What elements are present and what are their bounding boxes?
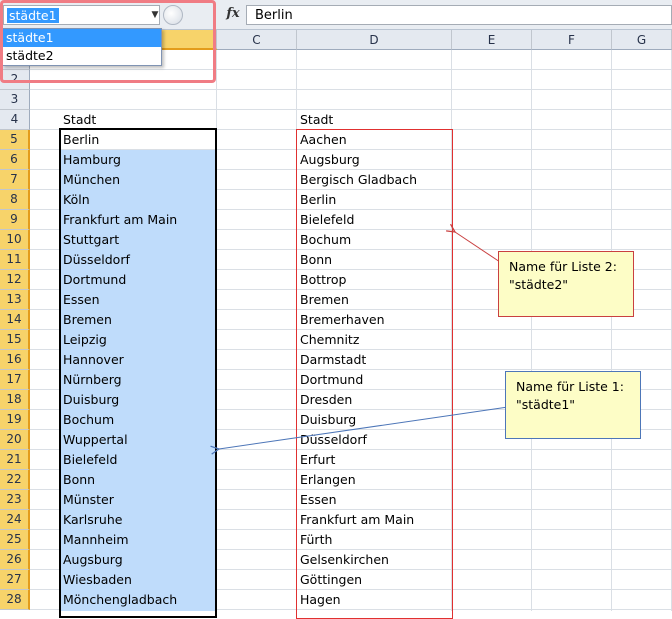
list1-cell[interactable]: Hamburg (60, 150, 217, 170)
fx-icon[interactable]: fx (222, 6, 244, 24)
list2-cell[interactable]: Augsburg (297, 150, 452, 170)
list1-cell[interactable]: Karlsruhe (60, 510, 217, 530)
callout-list2-line2: "städte2" (509, 277, 569, 292)
formula-value: Berlin (255, 8, 293, 23)
list2-cell[interactable]: Darmstadt (297, 350, 452, 370)
list2-cell[interactable]: Hagen (297, 590, 452, 610)
list2-cell[interactable]: Bochum (297, 230, 452, 250)
list1-cell[interactable]: Münster (60, 490, 217, 510)
column-header-d[interactable]: D (297, 30, 452, 50)
list1-cell[interactable]: Berlin (60, 130, 217, 150)
list2-cell[interactable]: Bielefeld (297, 210, 452, 230)
list2-cell[interactable]: Dresden (297, 390, 452, 410)
row-header-17[interactable]: 17 (0, 370, 30, 390)
list2-cell[interactable]: Essen (297, 490, 452, 510)
worksheet-grid[interactable]: ABCDEFG 12345678910111213141516171819202… (0, 30, 672, 619)
list1-cell[interactable]: Bielefeld (60, 450, 217, 470)
list2-cell[interactable]: Dortmund (297, 370, 452, 390)
list1-cell[interactable]: Dortmund (60, 270, 217, 290)
row-header-10[interactable]: 10 (0, 230, 30, 250)
row-header-7[interactable]: 7 (0, 170, 30, 190)
column-header-g[interactable]: G (612, 30, 672, 50)
list1-cell[interactable]: Nürnberg (60, 370, 217, 390)
list1-cell[interactable]: Essen (60, 290, 217, 310)
list1-cell[interactable]: Leipzig (60, 330, 217, 350)
list2-cell[interactable]: Bergisch Gladbach (297, 170, 452, 190)
column-gridline (531, 50, 532, 611)
list1-cell[interactable]: München (60, 170, 217, 190)
list1-cell[interactable]: Bonn (60, 470, 217, 490)
list2-cell[interactable]: Bremerhaven (297, 310, 452, 330)
callout-list2-name: Name für Liste 2: "städte2" (498, 251, 634, 317)
list1-cell[interactable]: Wuppertal (60, 430, 217, 450)
row-header-5[interactable]: 5 (0, 130, 30, 150)
row-header-28[interactable]: 28 (0, 590, 30, 610)
list1-cell[interactable]: Hannover (60, 350, 217, 370)
list2-cell[interactable]: Düsseldorf (297, 430, 452, 450)
callout-list1-name: Name für Liste 1: "städte1" (505, 371, 641, 439)
formula-input[interactable]: Berlin (246, 5, 672, 25)
list2-cell[interactable]: Fürth (297, 530, 452, 550)
list1-cell[interactable]: Bremen (60, 310, 217, 330)
row-header-22[interactable]: 22 (0, 470, 30, 490)
callout-list1-line2: "städte1" (516, 397, 576, 412)
row-header-20[interactable]: 20 (0, 430, 30, 450)
callout-list1-line1: Name für Liste 1: (516, 379, 624, 394)
row-header-18[interactable]: 18 (0, 390, 30, 410)
row-header-11[interactable]: 11 (0, 250, 30, 270)
column-header-c[interactable]: C (217, 30, 297, 50)
row-header-26[interactable]: 26 (0, 550, 30, 570)
row-header-25[interactable]: 25 (0, 530, 30, 550)
list1-cell[interactable]: Frankfurt am Main (60, 210, 217, 230)
list2-cell[interactable]: Aachen (297, 130, 452, 150)
row-header-24[interactable]: 24 (0, 510, 30, 530)
list2-cell[interactable]: Chemnitz (297, 330, 452, 350)
list1-cell[interactable]: Stuttgart (60, 230, 217, 250)
list1-cell[interactable]: Duisburg (60, 390, 217, 410)
list2-cell[interactable]: Duisburg (297, 410, 452, 430)
row-header-3[interactable]: 3 (0, 90, 30, 110)
list2-cell[interactable]: Berlin (297, 190, 452, 210)
column-gridline (611, 50, 612, 611)
list2-cell[interactable]: Bottrop (297, 270, 452, 290)
row-header-27[interactable]: 27 (0, 570, 30, 590)
row-header-19[interactable]: 19 (0, 410, 30, 430)
list1-header[interactable]: Stadt (60, 110, 217, 130)
row-gridline (30, 89, 672, 90)
list2-cell[interactable]: Frankfurt am Main (297, 510, 452, 530)
list2-cell[interactable]: Gelsenkirchen (297, 550, 452, 570)
column-header-e[interactable]: E (452, 30, 532, 50)
list1-cell[interactable]: Bochum (60, 410, 217, 430)
row-header-16[interactable]: 16 (0, 350, 30, 370)
row-header-6[interactable]: 6 (0, 150, 30, 170)
highlight-frame (0, 0, 216, 83)
list1-cell[interactable]: Mönchengladbach (60, 590, 217, 610)
column-header-f[interactable]: F (532, 30, 612, 50)
row-header-8[interactable]: 8 (0, 190, 30, 210)
list2-cell[interactable]: Erfurt (297, 450, 452, 470)
list1-cell[interactable]: Mannheim (60, 530, 217, 550)
list2-cell[interactable]: Bremen (297, 290, 452, 310)
list2-header[interactable]: Stadt (297, 110, 452, 130)
row-header-4[interactable]: 4 (0, 110, 30, 130)
row-header-9[interactable]: 9 (0, 210, 30, 230)
list1-cell[interactable]: Augsburg (60, 550, 217, 570)
row-header-21[interactable]: 21 (0, 450, 30, 470)
list2-cell[interactable]: Göttingen (297, 570, 452, 590)
row-header-23[interactable]: 23 (0, 490, 30, 510)
list1-cell[interactable]: Düsseldorf (60, 250, 217, 270)
list1-cell[interactable]: Köln (60, 190, 217, 210)
callout-list2-line1: Name für Liste 2: (509, 259, 617, 274)
row-header-15[interactable]: 15 (0, 330, 30, 350)
list2-cell[interactable]: Erlangen (297, 470, 452, 490)
row-header-13[interactable]: 13 (0, 290, 30, 310)
row-header-12[interactable]: 12 (0, 270, 30, 290)
list2-cell[interactable]: Bonn (297, 250, 452, 270)
row-header-14[interactable]: 14 (0, 310, 30, 330)
list1-cell[interactable]: Wiesbaden (60, 570, 217, 590)
